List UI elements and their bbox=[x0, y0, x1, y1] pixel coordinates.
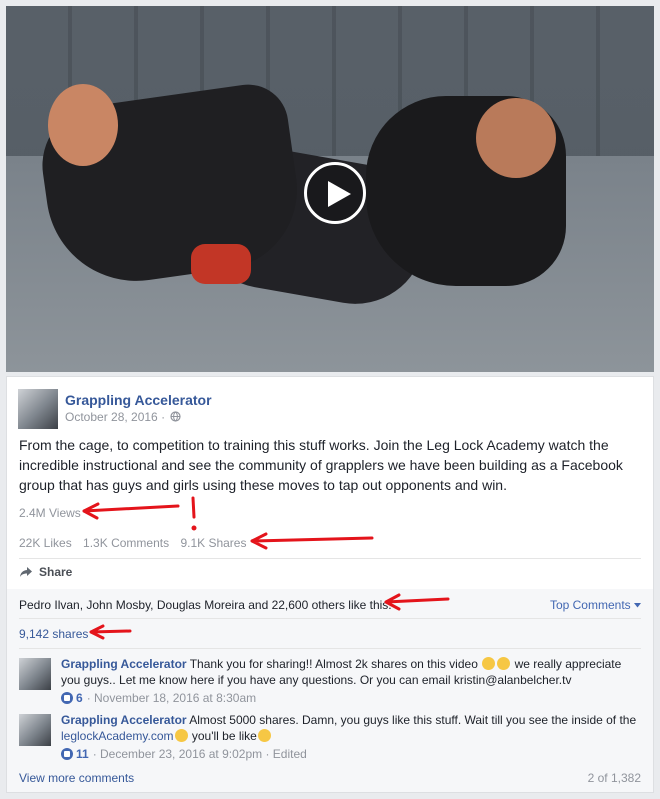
share-label: Share bbox=[39, 565, 73, 579]
views-count[interactable]: 2.4M Views bbox=[19, 506, 81, 520]
comment-text-continued: you'll be like bbox=[191, 729, 257, 743]
post-date-text: October 28, 2016 · bbox=[65, 410, 166, 424]
view-more-comments-link[interactable]: View more comments bbox=[19, 771, 134, 785]
video-figure-right-head bbox=[476, 98, 556, 178]
sunglasses-emoji-icon bbox=[174, 729, 188, 742]
ok-hand-emoji-icon bbox=[482, 657, 496, 670]
share-button[interactable]: Share bbox=[19, 565, 72, 579]
likes-count[interactable]: 22K Likes bbox=[19, 536, 72, 550]
comments-section: Pedro Ilvan, John Mosby, Douglas Moreira… bbox=[7, 589, 653, 792]
winking-tongue-emoji-icon bbox=[497, 657, 511, 670]
commenter-avatar[interactable] bbox=[19, 714, 51, 746]
like-reaction-icon bbox=[61, 692, 73, 704]
video-ankle-sleeve bbox=[191, 244, 251, 284]
leglock-academy-link[interactable]: leglockAcademy.com bbox=[61, 729, 174, 743]
comment-author[interactable]: Grappling Accelerator bbox=[61, 657, 187, 671]
comment-like-count[interactable]: 11 bbox=[76, 746, 89, 762]
video-player[interactable] bbox=[6, 6, 654, 372]
comment-meta: 6 · November 18, 2016 at 8:30am bbox=[61, 690, 641, 706]
caret-down-icon bbox=[634, 603, 641, 608]
commenter-avatar[interactable] bbox=[19, 658, 51, 690]
top-comments-label: Top Comments bbox=[549, 598, 631, 612]
post-text: From the cage, to competition to trainin… bbox=[19, 437, 623, 493]
divider bbox=[19, 558, 641, 559]
page-avatar[interactable] bbox=[18, 389, 58, 429]
divider bbox=[19, 648, 641, 649]
comment-like-count[interactable]: 6 bbox=[76, 690, 83, 706]
globe-icon bbox=[170, 411, 182, 422]
likes-summary[interactable]: Pedro Ilvan, John Mosby, Douglas Moreira… bbox=[19, 598, 392, 612]
play-button[interactable] bbox=[304, 162, 366, 224]
nerd-face-emoji-icon bbox=[257, 729, 271, 742]
share-icon bbox=[20, 567, 32, 577]
comment-timestamp[interactable]: · December 23, 2016 at 9:02pm · Edited bbox=[93, 746, 307, 762]
comment-text: Thank you for sharing!! Almost 2k shares… bbox=[189, 657, 478, 671]
post-card: Grappling Accelerator October 28, 2016 ·… bbox=[6, 376, 654, 793]
video-figure-left-head bbox=[48, 84, 118, 166]
like-reaction-icon bbox=[61, 748, 73, 760]
page-name-link[interactable]: Grappling Accelerator bbox=[65, 392, 212, 408]
comment-text: Almost 5000 shares. Damn, you guys like … bbox=[189, 713, 637, 727]
comments-count[interactable]: 1.3K Comments bbox=[83, 536, 169, 550]
comment-timestamp[interactable]: · November 18, 2016 at 8:30am bbox=[87, 690, 256, 706]
comment-body: Grappling Accelerator Almost 5000 shares… bbox=[61, 712, 641, 762]
comment-body: Grappling Accelerator Thank you for shar… bbox=[61, 656, 641, 706]
top-comments-dropdown[interactable]: Top Comments bbox=[550, 598, 641, 612]
shares-link[interactable]: 9,142 shares bbox=[19, 627, 88, 641]
post-stats: 22K Likes 1.3K Comments 9.1K Shares bbox=[19, 536, 254, 550]
divider bbox=[19, 618, 641, 619]
comment-author[interactable]: Grappling Accelerator bbox=[61, 713, 187, 727]
comment-page-count: 2 of 1,382 bbox=[587, 771, 641, 785]
comment-meta: 11 · December 23, 2016 at 9:02pm · Edite… bbox=[61, 746, 641, 762]
shares-count[interactable]: 9.1K Shares bbox=[180, 536, 246, 550]
post-date[interactable]: October 28, 2016 · bbox=[65, 410, 182, 424]
play-icon bbox=[328, 181, 351, 207]
